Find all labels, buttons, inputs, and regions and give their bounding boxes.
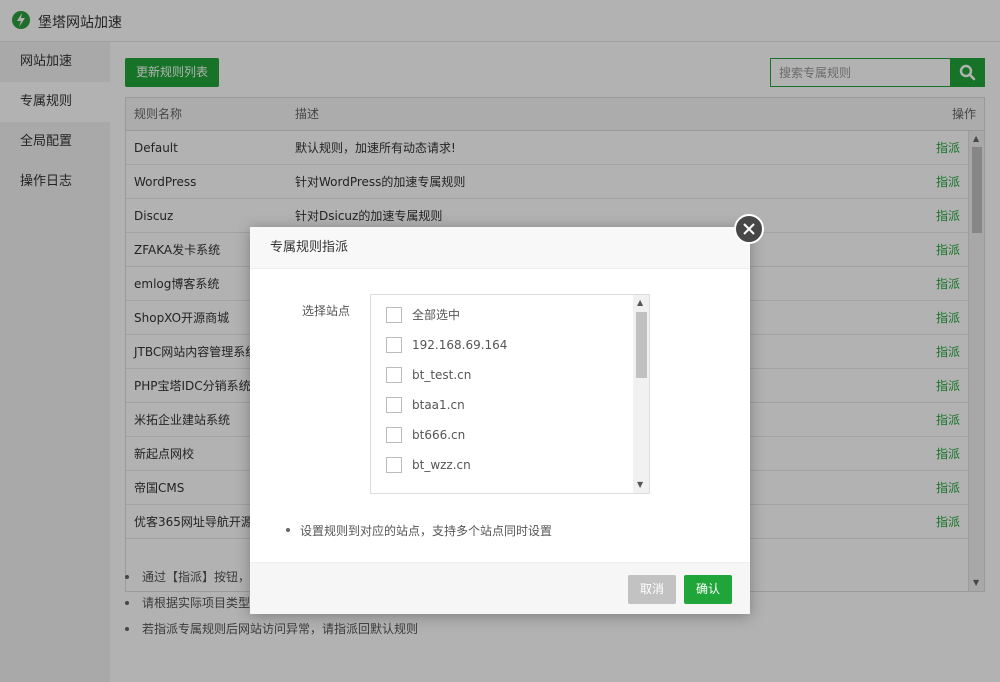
site-option-label: 192.168.69.164 <box>412 338 508 352</box>
site-option[interactable]: 192.168.69.164 <box>371 330 649 360</box>
dialog-tip: 设置规则到对应的站点，支持多个站点同时设置 <box>285 524 553 538</box>
site-option[interactable]: bt666.cn <box>371 420 649 450</box>
site-option-label: bt_test.cn <box>412 368 472 382</box>
select-site-label: 选择站点 <box>302 304 351 318</box>
scroll-thumb[interactable] <box>636 312 647 378</box>
site-checkbox[interactable] <box>386 427 402 443</box>
site-checkbox[interactable] <box>386 367 402 383</box>
site-checkbox[interactable] <box>386 397 402 413</box>
site-option[interactable]: bt_wzz.cn <box>371 450 649 480</box>
site-checkbox[interactable] <box>386 457 402 473</box>
site-checkbox[interactable] <box>386 337 402 353</box>
site-checkbox[interactable] <box>386 307 402 323</box>
close-icon <box>743 223 755 235</box>
dialog-footer: 取消 确认 <box>250 562 750 614</box>
site-list-scrollbar[interactable]: ▲ ▼ <box>633 295 649 493</box>
site-option-label: bt666.cn <box>412 428 466 442</box>
site-option[interactable]: 全部选中 <box>371 300 649 330</box>
dialog-title: 专属规则指派 <box>250 227 750 269</box>
cancel-button[interactable]: 取消 <box>628 575 676 604</box>
confirm-button[interactable]: 确认 <box>684 575 732 604</box>
site-option-label: bt_wzz.cn <box>412 458 471 472</box>
site-option-label: btaa1.cn <box>412 398 465 412</box>
close-button[interactable] <box>734 214 764 244</box>
scroll-down-arrow-icon[interactable]: ▼ <box>637 480 643 490</box>
site-option[interactable]: bt_test.cn <box>371 360 649 390</box>
site-select-list: 全部选中 192.168.69.164 bt_test.cn btaa1.cn bt66… <box>370 294 650 494</box>
scroll-up-arrow-icon[interactable]: ▲ <box>637 298 643 308</box>
site-option-label: 全部选中 <box>412 308 461 322</box>
site-option[interactable]: btaa1.cn <box>371 390 649 420</box>
assign-rule-dialog: 专属规则指派 选择站点 全部选中 192.168.69.164 bt_test.cn… <box>250 214 764 614</box>
